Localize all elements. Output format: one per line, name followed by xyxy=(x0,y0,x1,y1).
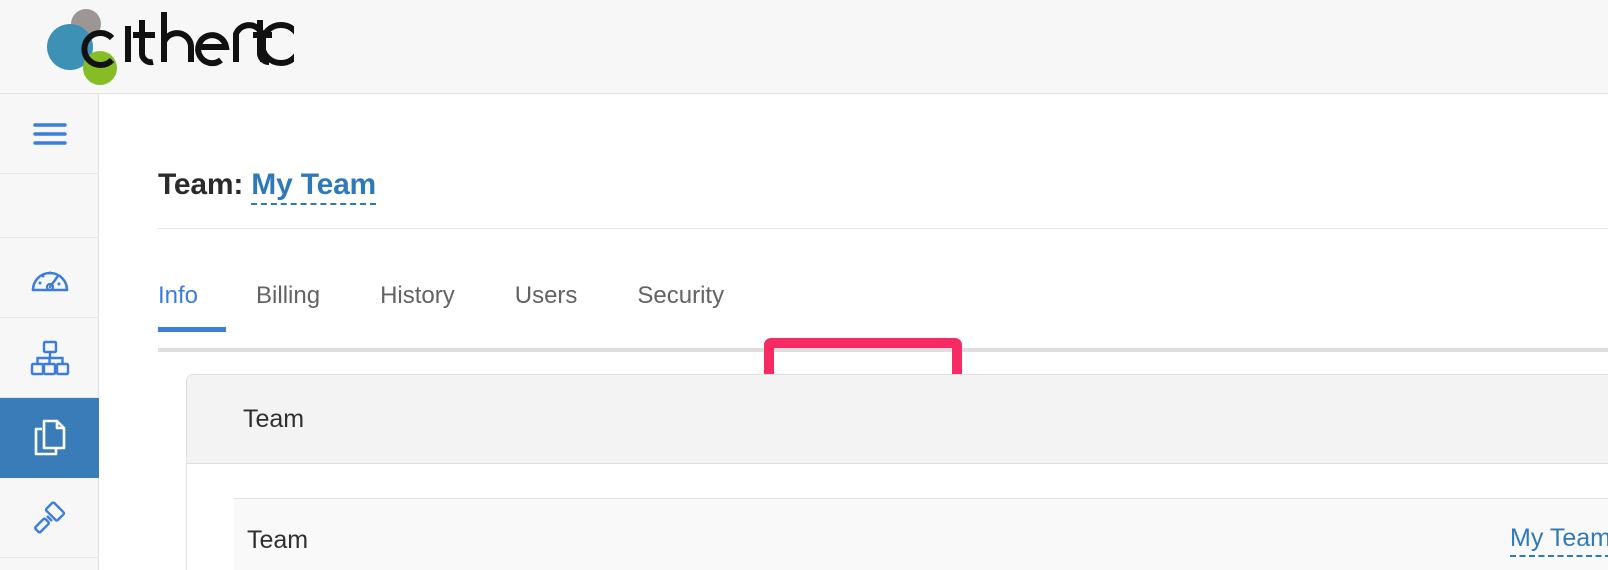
sidebar-item-dashboard[interactable] xyxy=(0,238,99,318)
card-header-title: Team xyxy=(243,404,305,433)
team-info-card: Team Team My Team xyxy=(186,374,1608,570)
card-header: Team xyxy=(187,375,1608,464)
tab-billing[interactable]: Billing xyxy=(226,262,350,332)
hamburger-icon xyxy=(32,121,67,147)
tab-security[interactable]: Security xyxy=(607,262,754,332)
page-title: Team: My Team xyxy=(158,168,1608,205)
tab-info[interactable]: Info xyxy=(158,262,227,332)
page-header: Team: My Team xyxy=(158,168,1608,205)
documents-icon xyxy=(31,417,69,459)
team-detail-table: Team My Team xyxy=(234,498,1608,570)
gavel-icon xyxy=(30,498,70,538)
row-label-team: Team xyxy=(247,525,309,554)
tab-bar-underline xyxy=(158,348,1608,352)
sidebar-item-menu-toggle[interactable] xyxy=(0,94,99,174)
sidebar-item-blank-slot xyxy=(0,174,99,238)
tab-strip: Info Billing History Users Security xyxy=(158,262,754,332)
team-name-link[interactable]: My Team xyxy=(251,168,376,205)
gauge-icon xyxy=(30,261,70,295)
tab-history[interactable]: History xyxy=(350,262,485,332)
sidebar-item-admin[interactable] xyxy=(0,478,99,558)
row-value-team-link[interactable]: My Team xyxy=(1510,524,1608,557)
card-body: Team My Team xyxy=(187,464,1608,570)
sidebar-item-documents[interactable] xyxy=(0,398,99,478)
page-title-label: Team: xyxy=(158,168,244,201)
sidebar-item-organization[interactable] xyxy=(0,318,99,398)
top-bar xyxy=(0,0,1608,94)
tab-bar: Info Billing History Users Security xyxy=(158,262,1608,444)
athento-logo[interactable] xyxy=(24,2,294,88)
sidebar xyxy=(0,94,99,570)
main-content: Team: My Team Info Billing History Users… xyxy=(100,94,1608,570)
tab-users[interactable]: Users xyxy=(485,262,608,332)
sitemap-icon xyxy=(30,340,70,376)
header-divider xyxy=(158,228,1608,229)
table-row: Team My Team xyxy=(234,499,1608,570)
